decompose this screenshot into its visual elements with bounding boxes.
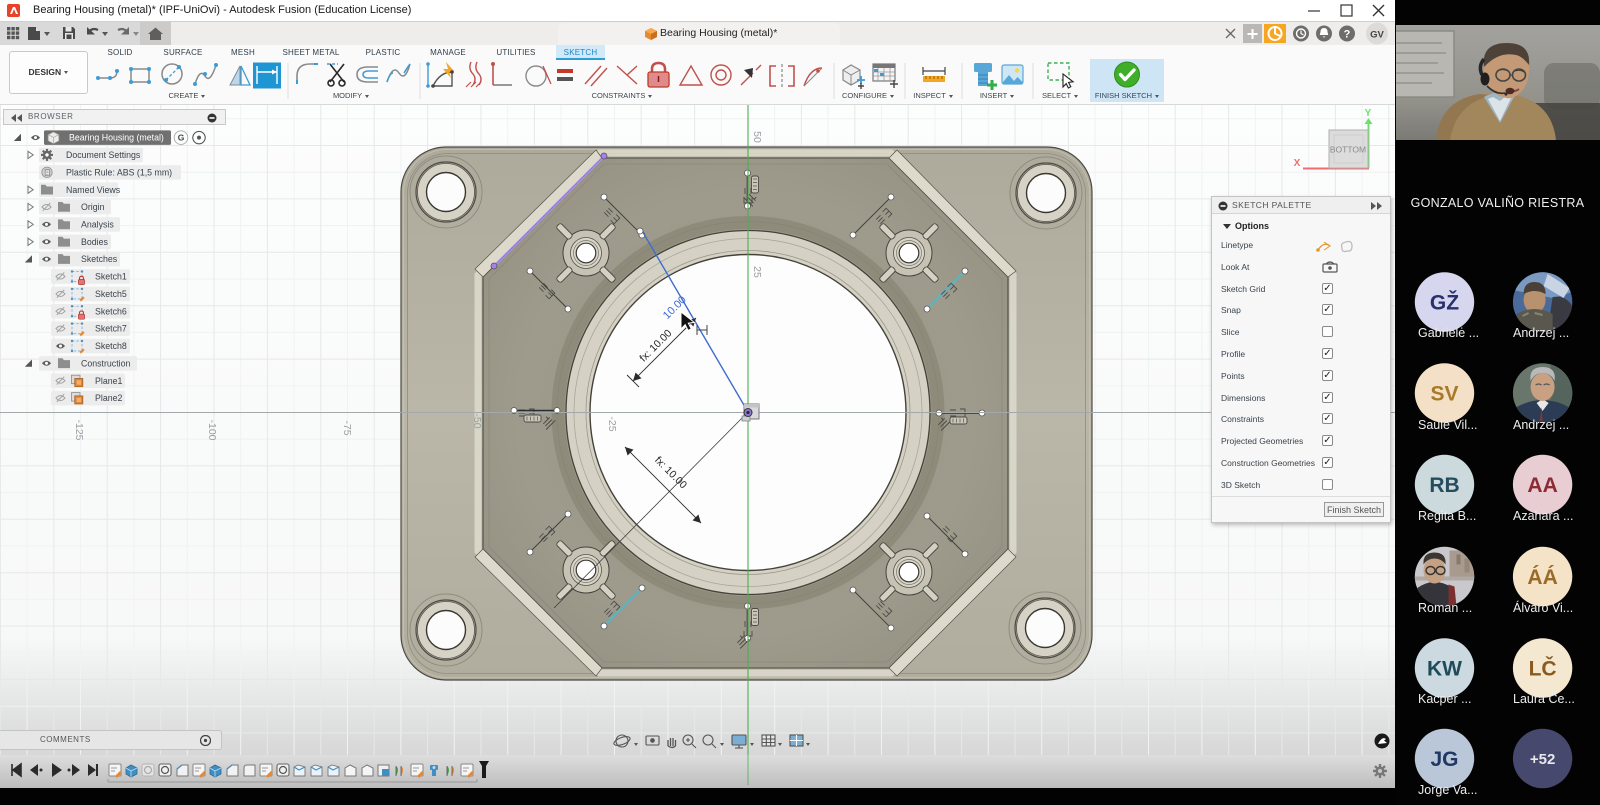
- svg-text:?: ?: [1344, 29, 1351, 41]
- svg-text:Plane1: Plane1: [95, 376, 122, 386]
- svg-text:Bodies: Bodies: [81, 237, 108, 247]
- svg-text:Bearing Housing (metal): Bearing Housing (metal): [69, 133, 164, 143]
- svg-text:Document Settings: Document Settings: [66, 150, 141, 160]
- svg-text:RB: RB: [1429, 474, 1459, 497]
- svg-text:Plastic Rule: ABS (1,5 mm): Plastic Rule: ABS (1,5 mm): [66, 167, 172, 177]
- svg-text:-50: -50: [471, 413, 483, 428]
- svg-text:Sketch7: Sketch7: [95, 324, 127, 334]
- svg-text:BOTTOM: BOTTOM: [1330, 145, 1366, 155]
- svg-text:JG: JG: [1430, 748, 1458, 771]
- svg-text:X: X: [1294, 158, 1301, 169]
- svg-text:Sketch5: Sketch5: [95, 289, 127, 299]
- svg-text:Sketch8: Sketch8: [95, 341, 127, 351]
- svg-text:50: 50: [751, 131, 763, 143]
- svg-text:-25: -25: [606, 416, 618, 431]
- svg-text:Sketch6: Sketch6: [95, 306, 127, 316]
- svg-text:+52: +52: [1530, 751, 1555, 768]
- svg-text:GŽ: GŽ: [1430, 291, 1459, 315]
- svg-text:-100: -100: [206, 419, 218, 440]
- svg-text:Sketch1: Sketch1: [95, 272, 127, 282]
- svg-text:GV: GV: [1370, 30, 1384, 41]
- svg-text:Origin: Origin: [81, 202, 105, 212]
- svg-text:SV: SV: [1430, 383, 1458, 406]
- svg-text:ÁÁ: ÁÁ: [1527, 566, 1557, 589]
- svg-text:Y: Y: [1365, 108, 1372, 119]
- svg-text:LČ: LČ: [1529, 657, 1557, 681]
- svg-text:-75: -75: [341, 420, 353, 435]
- svg-text:-125: -125: [73, 419, 85, 440]
- svg-text:Construction: Construction: [81, 358, 130, 368]
- svg-text:AA: AA: [1527, 474, 1557, 497]
- svg-text:Sketches: Sketches: [81, 254, 118, 264]
- svg-text:Analysis: Analysis: [81, 220, 114, 230]
- svg-text:Named Views: Named Views: [66, 185, 121, 195]
- svg-text:KW: KW: [1427, 658, 1462, 681]
- svg-text:G: G: [178, 133, 185, 143]
- svg-text:Plane2: Plane2: [95, 393, 122, 403]
- svg-text:25: 25: [751, 266, 763, 278]
